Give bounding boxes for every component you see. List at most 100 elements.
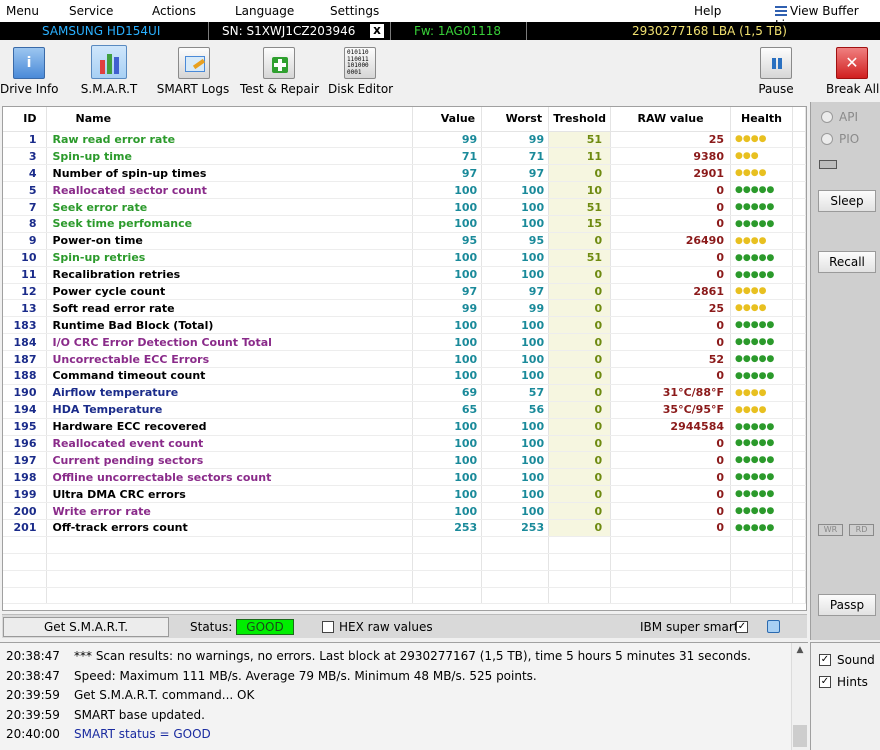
table-row[interactable]: 196 Reallocated event count 100 100 0 0 ●●●●● [3,435,807,453]
recall-button[interactable]: Recall [818,251,876,273]
smart-logs-button[interactable]: SMART Logs [156,44,230,98]
pause-button[interactable]: Pause [756,44,796,98]
passp-button[interactable]: Passp [818,594,876,616]
health-dot-icon: ● [766,218,775,229]
scroll-thumb[interactable] [793,725,807,747]
row-name: Write error rate [46,502,414,520]
ibm-super-smart-label: IBM super smart: [640,620,743,634]
menu-language[interactable]: Language [235,4,294,18]
row-name: Uncorrectable ECC Errors [46,350,414,368]
table-row[interactable]: 190 Airflow temperature 69 57 0 31°C/88°F ●●●● [3,384,807,402]
col-header-id[interactable]: ID [3,107,48,132]
row-id: 188 [3,367,48,385]
row-value: 100 [412,367,483,385]
health-dot-icon: ● [742,337,751,348]
col-header-name[interactable]: Name [46,107,414,132]
col-header-health[interactable]: Health [730,107,793,132]
row-worst: 99 [481,299,550,318]
log-scrollbar[interactable]: ▲ [791,643,808,750]
test-repair-button[interactable]: Test & Repair [240,44,319,98]
table-row[interactable]: 195 Hardware ECC recovered 100 100 0 2944584 ●… [3,418,807,436]
scroll-up-icon[interactable]: ▲ [792,645,808,655]
col-header-raw[interactable]: RAW value [610,107,731,132]
log-line: 20:40:00 SMART status = GOOD [6,727,211,745]
row-name: I/O CRC Error Detection Count Total [46,333,414,352]
binary-icon: 010110 110011 101000 0001 [344,47,376,79]
table-row[interactable]: 13 Soft read error rate 99 99 0 25 ●●●● [3,299,807,318]
table-row[interactable]: 200 Write error rate 100 100 0 0 ●●●●● [3,502,807,520]
table-row[interactable]: 4 Number of spin-up times 97 97 0 2901 ●●●● [3,164,807,183]
row-name: HDA Temperature [46,401,414,419]
table-row[interactable]: 8 Seek time perfomance 100 100 15 0 ●●●●● [3,215,807,233]
menu-actions[interactable]: Actions [152,4,196,18]
disk-editor-button[interactable]: 010110 110011 101000 0001 Disk Editor [328,44,393,98]
hints-checkbox[interactable]: ✓ [819,676,831,688]
drive-model[interactable]: SAMSUNG HD154UI [42,24,160,38]
health-dot-icon: ● [750,303,759,314]
info-icon: i [13,47,45,79]
menu-help[interactable]: Help [694,4,721,18]
table-header: ID Name Value Worst Treshold RAW value H… [3,107,807,132]
row-id: 199 [3,485,48,504]
smart-button[interactable]: S.M.A.R.T [78,44,140,98]
col-header-value[interactable]: Value [412,107,483,132]
row-worst: 97 [481,164,550,183]
row-threshold: 0 [548,451,612,470]
log-time: 20:39:59 [6,707,60,722]
table-row[interactable]: 1 Raw read error rate 99 99 51 25 ●●●● [3,131,807,149]
row-spacer [792,435,807,453]
table-row[interactable]: 11 Recalibration retries 100 100 0 0 ●●●●● [3,266,807,284]
table-row[interactable]: 5 Reallocated sector count 100 100 10 0 ●●●●● [3,181,807,200]
health-dot-icon: ● [735,421,743,432]
table-row[interactable]: 197 Current pending sectors 100 100 0 0 ●●●●● [3,451,807,470]
row-health: ●●●●● [730,519,793,537]
row-threshold: 0 [548,401,612,419]
menu-service[interactable]: Service [69,4,113,18]
row-name: Off-track errors count [46,519,414,537]
table-row[interactable]: 188 Command timeout count 100 100 0 0 ●●●●● [3,367,807,385]
table-row[interactable]: 198 Offline uncorrectable sectors count 10… [3,468,807,487]
table-row[interactable]: 10 Spin-up retries 100 100 51 0 ●●●●● [3,249,807,267]
table-row[interactable]: 3 Spin-up time 71 71 11 9380 ●●● [3,147,807,166]
pio-radio[interactable] [821,133,833,145]
table-row[interactable]: 183 Runtime Bad Block (Total) 100 100 0 0 ●●●●… [3,316,807,335]
row-id: 13 [3,299,48,318]
table-row[interactable]: 7 Seek error rate 100 100 51 0 ●●●●● [3,198,807,216]
break-all-button[interactable]: ✕ Break All [826,44,879,98]
col-header-worst[interactable]: Worst [481,107,550,132]
ibm-super-smart-checkbox[interactable]: ✓ [736,621,748,633]
row-name: Airflow temperature [46,384,414,402]
table-row[interactable]: 187 Uncorrectable ECC Errors 100 100 0 52 ●●●●… [3,350,807,368]
health-dot-icon: ● [750,218,759,229]
status-label: Status: [190,620,233,634]
row-spacer [792,451,807,470]
row-worst: 100 [481,451,550,470]
row-threshold: 0 [548,485,612,504]
table-row[interactable]: 9 Power-on time 95 95 0 26490 ●●●● [3,232,807,250]
table-row[interactable]: 184 I/O CRC Error Detection Count Total 10… [3,333,807,352]
get-smart-button[interactable]: Get S.M.A.R.T. [3,617,169,637]
log-message: Speed: Maximum 111 MB/s. Average 79 MB/s… [74,668,537,683]
col-header-threshold[interactable]: Treshold [548,107,612,132]
health-dot-icon: ● [750,286,759,297]
api-radio[interactable] [821,111,833,123]
row-name: Spin-up time [46,147,414,166]
table-row[interactable]: 199 Ultra DMA CRC errors 100 100 0 0 ●●●●● [3,485,807,504]
row-spacer [792,519,807,537]
hex-raw-checkbox[interactable] [322,621,334,633]
close-drive-button[interactable]: x [370,24,384,38]
sleep-button[interactable]: Sleep [818,190,876,212]
table-row[interactable]: 201 Off-track errors count 253 253 0 0 ●●●●● [3,519,807,537]
health-dot-icon: ● [735,370,743,381]
menu-settings[interactable]: Settings [330,4,379,18]
row-threshold: 10 [548,181,612,200]
row-threshold: 51 [548,198,612,216]
row-spacer [792,215,807,233]
row-raw-value: 2944584 [610,418,731,436]
sound-checkbox[interactable]: ✓ [819,654,831,666]
table-row[interactable]: 194 HDA Temperature 65 56 0 35°C/95°F ●●●● [3,401,807,419]
color-swatch-button[interactable] [767,620,780,633]
drive-info-button[interactable]: i Drive Info [0,44,59,98]
menu-menu[interactable]: Menu [6,4,39,18]
table-row[interactable]: 12 Power cycle count 97 97 0 2861 ●●●● [3,283,807,301]
